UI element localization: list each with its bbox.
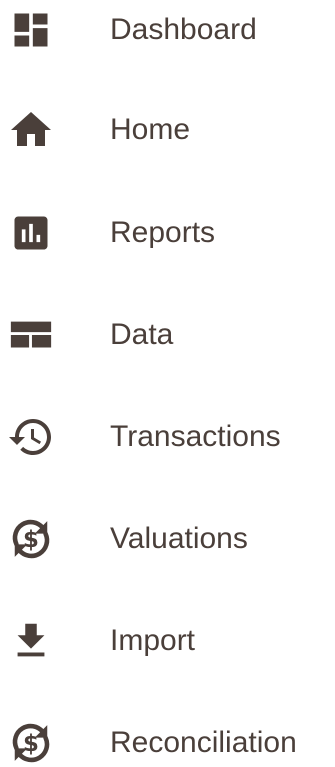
sidebar-item-data[interactable]: Data (0, 305, 335, 365)
sidebar-item-label: Dashboard (110, 13, 257, 46)
sidebar-item-label: Home (110, 113, 191, 146)
dashboard-icon (6, 5, 56, 55)
svg-text:$: $ (23, 527, 39, 553)
sidebar-item-reconciliation[interactable]: $ Reconciliation (0, 713, 335, 767)
sidebar-item-home[interactable]: Home (0, 100, 335, 160)
history-icon (6, 412, 56, 462)
sidebar-item-import[interactable]: Import (0, 611, 335, 671)
sidebar-item-label: Data (110, 318, 174, 351)
table-icon (6, 310, 56, 360)
svg-text:$: $ (23, 731, 39, 757)
currency-exchange-icon: $ (6, 718, 56, 767)
sidebar-item-label: Import (110, 624, 196, 657)
bar-chart-icon (6, 208, 56, 258)
sidebar-item-label: Reports (110, 216, 216, 249)
home-icon (6, 105, 56, 155)
sidebar-item-valuations[interactable]: $ Valuations (0, 509, 335, 569)
currency-exchange-icon: $ (6, 514, 56, 564)
sidebar-item-label: Transactions (110, 420, 281, 453)
sidebar-item-label: Reconciliation (110, 726, 297, 759)
sidebar-nav: Dashboard Home Reports Data Transactions… (0, 0, 335, 767)
sidebar-item-reports[interactable]: Reports (0, 203, 335, 263)
sidebar-item-transactions[interactable]: Transactions (0, 407, 335, 467)
sidebar-item-label: Valuations (110, 522, 248, 555)
download-icon (6, 616, 56, 666)
sidebar-item-dashboard[interactable]: Dashboard (0, 0, 335, 60)
